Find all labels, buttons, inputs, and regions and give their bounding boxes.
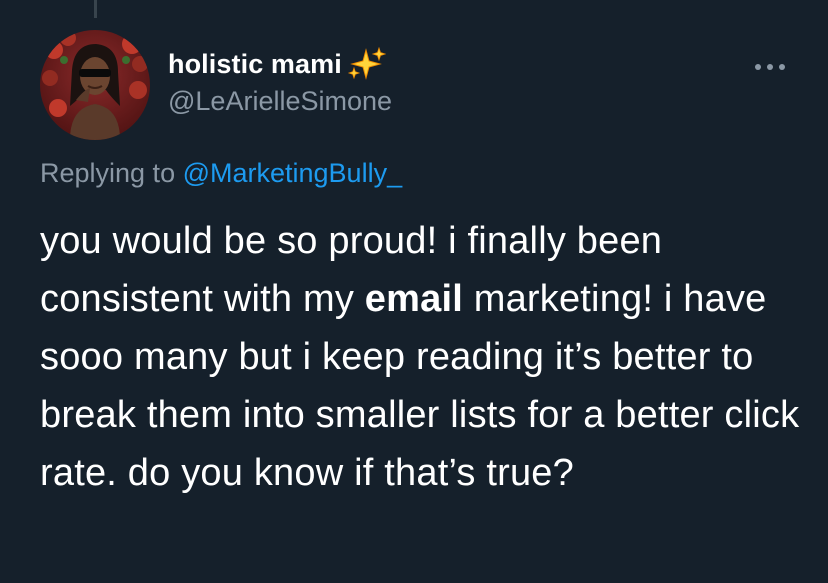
author-block: holistic mami @LeArielleSimone bbox=[168, 46, 392, 117]
more-options-button[interactable] bbox=[748, 52, 792, 82]
sparkles-icon bbox=[346, 46, 387, 82]
thread-connector-line bbox=[94, 0, 97, 18]
reply-mention-link[interactable]: @MarketingBully_ bbox=[183, 158, 403, 188]
tweet-text-bold: email bbox=[364, 278, 463, 320]
more-horizontal-icon bbox=[755, 64, 785, 70]
tweet-card[interactable]: holistic mami @LeArielleSimone Replying … bbox=[0, 0, 828, 583]
replying-to-label: Replying to bbox=[40, 158, 183, 188]
avatar-image bbox=[40, 30, 150, 140]
display-name[interactable]: holistic mami bbox=[168, 49, 342, 80]
replying-to-line: Replying to @MarketingBully_ bbox=[40, 158, 402, 189]
display-name-row[interactable]: holistic mami bbox=[168, 46, 392, 82]
avatar[interactable] bbox=[40, 30, 150, 140]
user-handle[interactable]: @LeArielleSimone bbox=[168, 86, 392, 117]
tweet-text: you would be so proud! i finally been co… bbox=[40, 212, 800, 502]
